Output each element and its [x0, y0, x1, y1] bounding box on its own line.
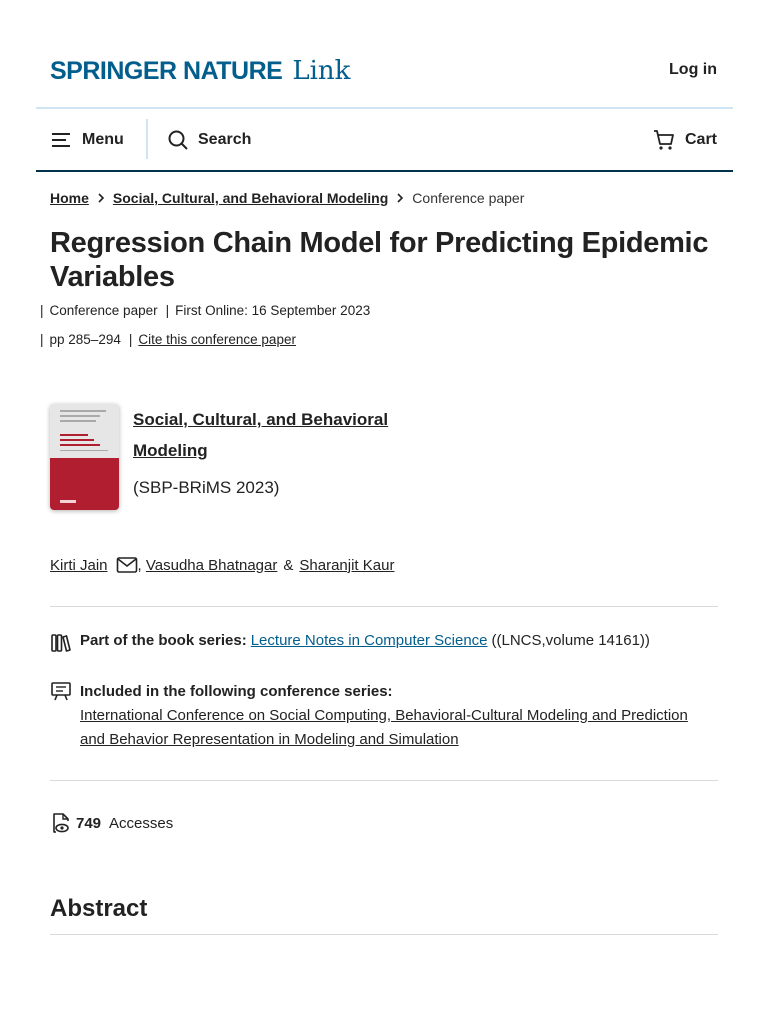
email-icon[interactable]	[116, 556, 138, 574]
conference-series-row: Included in the following conference ser…	[50, 680, 690, 752]
conference-series-label: Included in the following conference ser…	[80, 683, 393, 700]
site-header: SPRINGER NATURE Link Log in	[0, 0, 768, 108]
chevron-right-icon	[98, 193, 105, 203]
chevron-right-icon	[397, 193, 404, 203]
first-online-date: First Online: 16 September 2023	[175, 303, 371, 318]
springer-nature-link-logo[interactable]: SPRINGER NATURE Link	[50, 56, 350, 86]
accesses-icon	[53, 813, 69, 833]
cite-link[interactable]: Cite this conference paper	[138, 332, 296, 347]
cart-icon	[653, 130, 674, 150]
accesses-label: Accesses	[109, 814, 174, 832]
menu-button[interactable]: Menu	[52, 109, 124, 171]
book-cover-image[interactable]	[50, 404, 119, 510]
conference-series-block: Included in the following conference ser…	[80, 680, 690, 752]
search-button[interactable]: Search	[168, 109, 251, 171]
author-link[interactable]: Sharanjit Kaur	[299, 557, 394, 574]
article-meta-line-1: | Conference paper | First Online: 16 Se…	[40, 303, 371, 318]
abstract-heading: Abstract	[50, 895, 148, 922]
navbar-divider	[36, 170, 733, 172]
author-link[interactable]: Kirti Jain	[50, 557, 108, 574]
book-title-link[interactable]: Social, Cultural, and Behavioral Modelin…	[133, 404, 423, 466]
section-divider	[50, 780, 718, 781]
logo-link-text: Link	[292, 56, 351, 86]
logo-brand-text: SPRINGER NATURE	[50, 57, 283, 85]
author-link[interactable]: Vasudha Bhatnagar	[146, 557, 278, 574]
search-label: Search	[198, 131, 252, 148]
page-range: pp 285–294	[49, 332, 121, 347]
search-icon	[168, 130, 188, 150]
conference-series-link[interactable]: International Conference on Social Compu…	[80, 704, 690, 752]
breadcrumb-current: Conference paper	[412, 190, 525, 206]
book-series-link[interactable]: Lecture Notes in Computer Science	[251, 632, 488, 649]
book-series-row: Part of the book series: Lecture Notes i…	[50, 632, 650, 654]
presentation-icon	[51, 682, 71, 701]
author-list: Kirti Jain , Vasudha Bhatnagar & Sharanj…	[50, 556, 395, 574]
page-title: Regression Chain Model for Predicting Ep…	[50, 227, 709, 293]
cart-button[interactable]: Cart	[653, 109, 717, 171]
login-link[interactable]: Log in	[669, 61, 717, 79]
cart-label: Cart	[684, 131, 717, 148]
accesses-metric: 749 Accesses	[50, 812, 173, 834]
main-navbar: Menu Search Cart	[36, 109, 733, 171]
breadcrumb-section[interactable]: Social, Cultural, and Behavioral Modelin…	[113, 190, 388, 206]
breadcrumb-home[interactable]: Home	[50, 190, 89, 206]
book-subtitle: (SBP-BRiMS 2023)	[133, 478, 280, 497]
books-icon	[51, 634, 71, 652]
article-type: Conference paper	[49, 303, 158, 318]
book-series-volume: ((LNCS,volume 14161))	[491, 632, 650, 649]
breadcrumb: Home Social, Cultural, and Behavioral Mo…	[50, 190, 524, 206]
author-separator: &	[283, 556, 294, 574]
accesses-count: 749	[76, 814, 102, 832]
abstract-divider	[50, 934, 718, 935]
section-divider	[50, 606, 718, 607]
nav-separator	[146, 119, 148, 159]
menu-icon	[52, 133, 70, 147]
book-series-label: Part of the book series:	[80, 632, 247, 649]
menu-label: Menu	[82, 131, 124, 148]
article-meta-line-2: | pp 285–294 | Cite this conference pape…	[40, 332, 296, 347]
